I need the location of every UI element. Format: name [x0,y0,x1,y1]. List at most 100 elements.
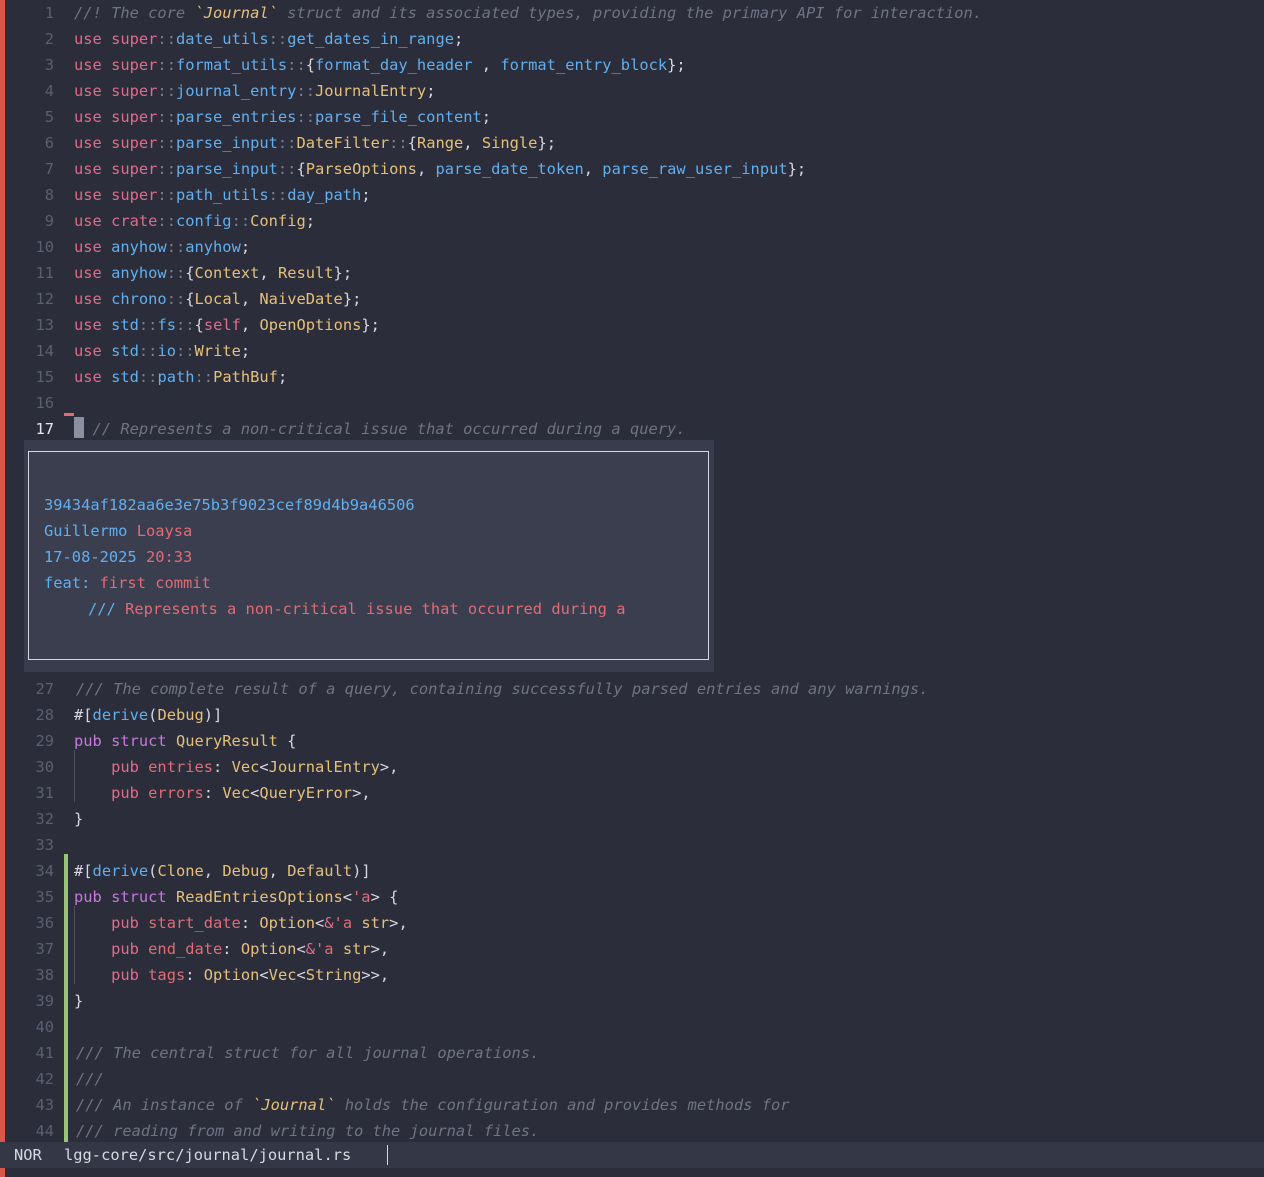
code-token: journal_entry [175,82,297,100]
code-line[interactable]: 7 use super::parse_input::{ParseOptions, … [0,156,1264,182]
code-token: , [240,290,260,308]
code-token: OpenOptions [259,316,362,334]
code-token: parse_input [175,134,278,152]
code-line[interactable]: 17 // Represents a non-critical issue th… [0,416,1264,442]
code-line[interactable]: 30 pub entries: Vec<JournalEntry>, [0,754,1264,780]
line-number: 4 [44,82,54,100]
blame-line-detail: /// Represents a non-critical issue that… [88,596,625,622]
code-token: :: [138,316,158,334]
code-token: std [111,368,139,386]
code-token: use [74,264,112,282]
blame-line-text: Represents a non-critical issue that occ… [125,600,626,618]
code-token: :: [175,316,195,334]
code-line[interactable]: 12 use chrono::{Local, NaiveDate}; [0,286,1264,312]
line-number: 36 [35,914,54,932]
code-token: >, [389,914,408,932]
code-token: PathBuf [213,368,278,386]
code-line[interactable]: 4 use super::journal_entry::JournalEntry; [0,78,1264,104]
code-text: } [74,988,83,1014]
code-token: < [259,758,269,776]
code-token: errors [148,784,204,802]
code-line[interactable]: 36 pub start_date: Option<&'a str>, [0,910,1264,936]
code-line[interactable]: 32} [0,806,1264,832]
code-line[interactable]: 40 [0,1014,1264,1040]
code-line[interactable]: 41 /// The central struct for all journal… [0,1040,1264,1066]
code-line[interactable]: 2 use super::date_utils::get_dates_in_ran… [0,26,1264,52]
code-line[interactable]: 28 #[derive(Debug)] [0,702,1264,728]
line-number: 37 [35,940,54,958]
code-token: path [157,368,195,386]
code-token: QueryResult [175,732,278,750]
line-number: 40 [35,1018,54,1036]
line-number: 14 [35,342,54,360]
code-token: super [111,134,158,152]
line-number: 12 [35,290,54,308]
code-line[interactable]: 3 use super::format_utils::{format_day_he… [0,52,1264,78]
code-line[interactable]: 13 use std::fs::{self, OpenOptions}; [0,312,1264,338]
code-line[interactable]: 5 use super::parse_entries::parse_file_co… [0,104,1264,130]
code-line[interactable]: 29 pub struct QueryResult { [0,728,1264,754]
commit-author: Guillermo Loaysa [44,518,192,544]
code-token: entries [148,758,214,776]
editor-mode: NOR [14,1146,42,1164]
code-token: pub [74,888,112,906]
code-token: struct [111,888,176,906]
code-token: path_utils [175,186,269,204]
code-line[interactable]: 1 //! The core `Journal` struct and its a… [0,0,1264,26]
code-line[interactable]: 34 #[derive(Clone, Debug, Default)] [0,858,1264,884]
code-token: parse_input [175,160,278,178]
code-line[interactable]: 33 [0,832,1264,858]
code-line[interactable]: 9 use crate::config::Config; [0,208,1264,234]
code-token: crate [111,212,158,230]
code-token: :: [277,160,297,178]
line-number: 13 [35,316,54,334]
code-line[interactable]: 31 pub errors: Vec<QueryError>, [0,780,1264,806]
code-token: Option [240,940,297,958]
code-token: /// [76,1070,104,1088]
code-text: use super::path_utils::day_path; [74,182,371,208]
line-number: 33 [35,836,54,854]
code-token: :: [166,290,186,308]
code-token: use [74,160,112,178]
code-line[interactable]: 39} [0,988,1264,1014]
code-line[interactable]: 43 /// An instance of `Journal` holds the… [0,1092,1264,1118]
code-line[interactable]: 15 use std::path::PathBuf; [0,364,1264,390]
code-token: `Journal` [252,1096,336,1114]
file-path[interactable]: lgg-core/src/journal/journal.rs [64,1142,351,1168]
code-token: use [74,134,112,152]
code-text: pub struct ReadEntriesOptions<'a> { [74,884,398,910]
code-token: ; [361,186,371,204]
line-number: 9 [44,212,54,230]
line-number: 29 [35,732,54,750]
code-line[interactable]: 8 use super::path_utils::day_path; [0,182,1264,208]
code-line[interactable]: 35 pub struct ReadEntriesOptions<'a> { [0,884,1264,910]
code-token: :: [157,186,176,204]
status-divider [387,1145,388,1165]
code-token: derive [92,706,149,724]
code-token: :: [157,212,176,230]
code-token: Option [203,966,260,984]
code-token: format_day_header [315,56,473,74]
code-token: :: [157,134,176,152]
code-line[interactable]: 11 use anyhow::{Context, Result}; [0,260,1264,286]
code-line[interactable]: 44 /// reading from and writing to the jo… [0,1118,1264,1142]
code-line[interactable]: 42 /// [0,1066,1264,1092]
code-token: pub [111,914,149,932]
code-line[interactable]: 14 use std::io::Write; [0,338,1264,364]
code-token: :: [166,238,186,256]
code-line[interactable]: 37 pub end_date: Option<&'a str>, [0,936,1264,962]
code-line[interactable]: 6 use super::parse_input::DateFilter::{Ra… [0,130,1264,156]
code-token: pub [111,758,149,776]
code-line[interactable]: 38 pub tags: Option<Vec<String>>, [0,962,1264,988]
code-line[interactable]: 27 /// The complete result of a query, co… [0,676,1264,702]
code-token: >, [379,758,399,776]
code-token: pub [74,732,112,750]
code-token: , [463,134,482,152]
code-line[interactable]: 16 [0,390,1264,416]
code-token: } [74,992,84,1010]
code-line[interactable]: 10 use anyhow::anyhow; [0,234,1264,260]
code-token: >, [352,784,371,802]
code-text: pub end_date: Option<&'a str>, [74,936,389,962]
